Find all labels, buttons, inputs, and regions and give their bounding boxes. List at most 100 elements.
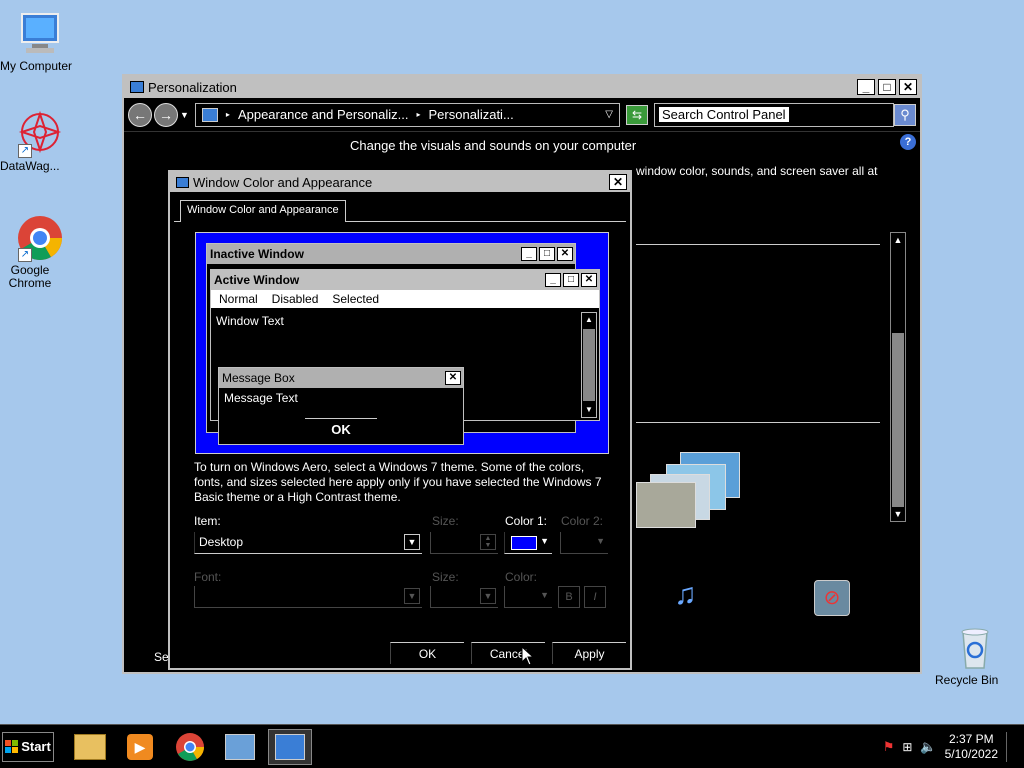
action-center-flag-icon[interactable]: ⚑ [883,739,895,755]
desktop-icon-google-chrome[interactable]: ↗ Google Chrome [0,214,80,290]
taskbar-personalization[interactable] [268,728,312,765]
item-value: Desktop [199,535,244,549]
ok-button[interactable]: OK [390,642,464,664]
font-dropdown[interactable]: ▼ [194,586,422,608]
breadcrumb-item-personalization[interactable]: Personalizati... [429,107,598,122]
dialog-titlebar[interactable]: Window Color and Appearance ✕ [170,172,630,192]
active-titlebar[interactable]: Active Window _ □ ✕ [211,270,599,290]
appearance-preview[interactable]: Inactive Window _ □ ✕ Active Window _ □ … [195,232,609,454]
forward-button[interactable]: → [154,102,178,127]
tab-window-color[interactable]: Window Color and Appearance [180,200,346,222]
content-scrollbar[interactable]: ▲ ▼ [890,232,906,522]
window-text[interactable]: Window Text [211,308,599,334]
help-icon[interactable]: ? [900,134,916,150]
font-label: Font: [194,570,222,584]
breadcrumb-item-appearance[interactable]: Appearance and Personaliz... [238,107,409,122]
chevron-down-icon[interactable]: ▽ [605,109,613,120]
item-dropdown[interactable]: Desktop ▼ [194,532,422,554]
scroll-thumb [583,329,595,401]
apply-button[interactable]: Apply [552,642,626,664]
maximize-icon: □ [563,273,579,287]
bold-button[interactable]: B [558,586,580,608]
desktop-icon-my-computer[interactable]: My Computer [0,10,80,73]
font-size-dropdown[interactable]: ▼ [430,586,498,608]
network-icon[interactable]: ⊞ [902,740,912,754]
minimize-button[interactable]: _ [857,79,875,95]
message-box-title: Message Box [222,371,295,385]
screen-saver-icon[interactable]: ⊘ [814,580,850,616]
desktop-icon-datawag[interactable]: ↗ DataWag... [0,110,80,173]
volume-icon[interactable]: 🔈 [920,739,936,755]
search-icon[interactable]: ⚲ [894,103,916,126]
start-button[interactable]: Start [2,731,54,762]
refresh-icon[interactable]: ⇆ [626,104,648,125]
start-label: Start [21,739,51,754]
preview-ok-button[interactable]: OK [305,418,377,440]
clock-date: 5/10/2022 [944,746,998,761]
windows-logo-icon [5,740,19,753]
computer-icon [16,10,64,58]
maximize-icon: □ [539,247,555,261]
sounds-icon[interactable]: ♫ [674,578,697,612]
preview-menubar[interactable]: Normal Disabled Selected [211,290,599,308]
history-dropdown-icon[interactable]: ▼ [180,110,189,120]
theme-thumbnails[interactable] [636,452,756,532]
control-panel-icon [176,176,189,188]
search-input[interactable]: Search Control Panel [654,102,894,127]
size-stepper[interactable]: ▲ ▼ [430,532,498,554]
font-color-label: Color: [505,570,538,584]
chevron-down-icon[interactable]: ▼ [404,534,420,550]
inactive-titlebar[interactable]: Inactive Window _ □ ✕ [207,244,575,264]
taskbar-chrome[interactable] [168,729,212,765]
back-button[interactable]: ← [128,102,152,127]
chevron-down-icon[interactable]: ▼ [596,536,605,546]
desktop-icon-label: Recycle Bin [935,673,999,687]
chevron-right-icon[interactable]: ▸ [417,110,421,119]
window-titlebar[interactable]: Personalization _ □ ✕ [124,76,920,98]
taskbar-control-panel[interactable] [218,729,262,765]
font-color-picker[interactable]: ▼ [504,586,552,608]
control-panel-icon [130,81,144,93]
chrome-icon: ↗ [16,214,64,262]
color-swatch [511,536,537,550]
taskbar-explorer[interactable] [68,729,112,765]
menu-normal[interactable]: Normal [219,292,258,306]
chevron-down-icon[interactable]: ▼ [540,536,549,546]
close-icon: ✕ [445,371,461,385]
cut-off-text: Se [154,650,169,664]
chevron-right-icon[interactable]: ▸ [226,110,230,119]
menu-disabled[interactable]: Disabled [272,292,319,306]
close-icon: ✕ [557,247,573,261]
close-button[interactable]: ✕ [899,79,917,95]
chevron-down-icon[interactable]: ▼ [540,590,549,600]
active-title: Active Window [214,273,300,287]
close-icon: ✕ [581,273,597,287]
system-tray: ⚑ ⊞ 🔈 2:37 PM 5/10/2022 [883,731,1024,762]
message-box-preview[interactable]: Message Box ✕ Message Text OK [218,367,464,445]
mouse-cursor-icon [521,646,535,666]
italic-button[interactable]: I [584,586,606,608]
dialog-close-button[interactable]: ✕ [609,174,627,190]
folder-icon [74,733,106,760]
scroll-thumb[interactable] [892,333,904,507]
color2-picker[interactable]: ▼ [560,532,608,554]
chevron-down-icon[interactable]: ▼ [480,588,496,604]
taskbar-media-player[interactable]: ▶ [118,729,162,765]
spinner-icon[interactable]: ▲ ▼ [480,534,496,550]
preview-scrollbar[interactable]: ▲ ▼ [581,312,597,418]
color2-label: Color 2: [561,514,604,528]
breadcrumb[interactable]: ▸ Appearance and Personaliz... ▸ Persona… [194,102,620,127]
scroll-down-icon[interactable]: ▼ [891,507,905,521]
message-box-titlebar[interactable]: Message Box ✕ [219,368,463,388]
message-text[interactable]: Message Text [219,388,463,411]
show-desktop-button[interactable] [1006,731,1018,762]
menu-selected[interactable]: Selected [332,292,379,306]
color1-picker[interactable]: ▼ [504,532,552,554]
maximize-button[interactable]: □ [878,79,896,95]
desktop-icon-recycle-bin[interactable]: Recycle Bin [935,624,1015,687]
clock[interactable]: 2:37 PM 5/10/2022 [945,732,998,762]
chevron-down-icon[interactable]: ▼ [404,588,420,604]
shortcut-arrow-icon: ↗ [18,144,32,158]
minimize-icon: _ [545,273,561,287]
scroll-up-icon[interactable]: ▲ [891,233,905,247]
